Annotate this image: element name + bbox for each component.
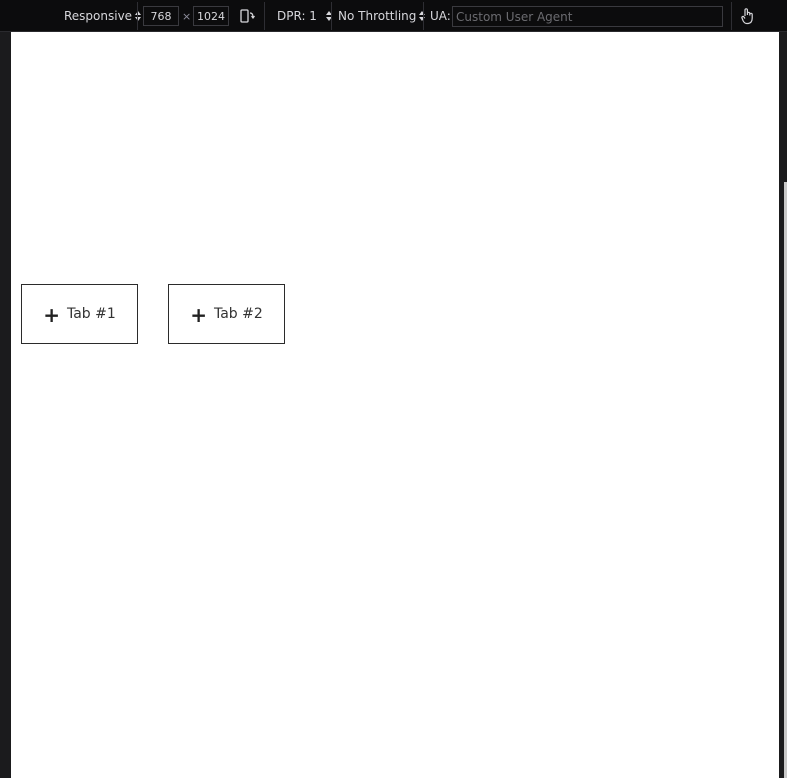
toolbar-divider [731, 2, 732, 30]
responsive-toolbar: Responsive × DPR: 1 No Throttling UA: [0, 0, 787, 32]
toolbar-divider [137, 2, 138, 30]
viewport-height-input[interactable] [193, 6, 229, 26]
device-select[interactable]: Responsive [64, 0, 142, 32]
touch-simulation-button[interactable] [740, 0, 756, 32]
throttling-select[interactable]: No Throttling [338, 0, 426, 32]
ua-label: UA: [430, 9, 451, 23]
left-gutter [0, 32, 11, 778]
device-select-label: Responsive [64, 9, 133, 23]
dpr-select-label: DPR: 1 [277, 9, 317, 23]
toolbar-divider [331, 2, 332, 30]
user-agent-input[interactable] [452, 6, 723, 27]
page-viewport: + Tab #1 + Tab #2 [11, 32, 779, 778]
add-tab-1-button[interactable]: + Tab #1 [21, 284, 138, 344]
touch-hand-icon [741, 8, 753, 25]
dpr-select[interactable]: DPR: 1 [277, 0, 332, 32]
right-gutter [779, 32, 787, 778]
plus-icon: + [43, 303, 60, 327]
viewport-width-input[interactable] [143, 6, 179, 26]
toolbar-divider [423, 2, 424, 30]
add-tab-2-button[interactable]: + Tab #2 [168, 284, 285, 344]
throttling-select-label: No Throttling [338, 9, 417, 23]
plus-icon: + [190, 303, 207, 327]
rotate-button[interactable] [238, 0, 256, 32]
tab-label: Tab #1 [66, 306, 116, 322]
rotate-device-icon [240, 9, 255, 23]
tab-label: Tab #2 [213, 306, 263, 322]
toolbar-divider [264, 2, 265, 30]
dimension-separator: × [182, 9, 192, 23]
select-arrows-icon [135, 11, 142, 21]
